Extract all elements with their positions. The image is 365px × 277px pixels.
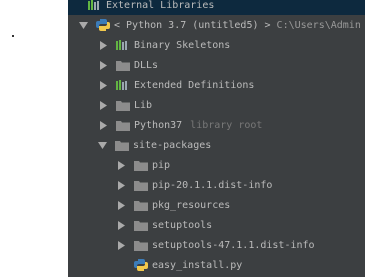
tree-node-python-sdk[interactable]: < Python 3.7 (untitled5) > C:\Users\Admi… [68, 15, 365, 35]
gutter-dot [12, 35, 14, 37]
tree-node-label: Extended Definitions [134, 79, 255, 91]
tree-node-label: pkg_resources [152, 199, 231, 211]
chevron-right-icon[interactable] [98, 80, 108, 90]
tree-node-extended-definitions[interactable]: Extended Definitions [68, 75, 365, 95]
tree-node-pip[interactable]: pip [68, 155, 365, 175]
library-root-hint: library root [190, 119, 263, 131]
tree-node-label: External Libraries [106, 0, 215, 11]
library-icon [116, 39, 130, 51]
tree-node-python37[interactable]: Python37 library root [68, 115, 365, 135]
tree-node-pkg-resources[interactable]: pkg_resources [68, 195, 365, 215]
tree-node-easy-install[interactable]: easy_install.py [68, 255, 365, 275]
folder-icon [116, 100, 130, 111]
library-icon [88, 0, 102, 11]
tree-node-label: easy_install.py [152, 259, 243, 271]
library-icon [116, 79, 130, 91]
sdk-label: < Python 3.7 (untitled5) > [114, 19, 271, 31]
folder-icon [116, 60, 130, 71]
tree-node-pip-dist-info[interactable]: pip-20.1.1.dist-info [68, 175, 365, 195]
chevron-right-icon[interactable] [116, 200, 126, 210]
chevron-right-icon[interactable] [98, 120, 108, 130]
folder-icon [134, 200, 148, 211]
tree-node-label: site-packages [133, 139, 212, 151]
chevron-right-icon[interactable] [116, 240, 126, 250]
tree-node-label: pip [152, 159, 171, 171]
tree-node-setuptools-dist-info[interactable]: setuptools-47.1.1.dist-info [68, 235, 365, 255]
tree-node-lib[interactable]: Lib [68, 95, 365, 115]
chevron-right-icon[interactable] [98, 100, 108, 110]
chevron-right-icon[interactable] [116, 160, 126, 170]
chevron-right-icon[interactable] [116, 180, 126, 190]
chevron-right-icon[interactable] [116, 220, 126, 230]
tree-node-label: Binary Skeletons [134, 39, 231, 51]
tree-node-label: Lib [134, 99, 153, 111]
tree-node-label: pip-20.1.1.dist-info [152, 179, 273, 191]
chevron-down-icon[interactable] [97, 140, 107, 150]
folder-icon [116, 120, 130, 131]
tree-node-label: setuptools [152, 219, 213, 231]
sdk-path: C:\Users\Admin [276, 19, 361, 31]
tree-node-binary-skeletons[interactable]: Binary Skeletons [68, 35, 365, 55]
chevron-down-icon[interactable] [78, 20, 88, 30]
python-icon [96, 18, 110, 32]
chevron-right-icon[interactable] [98, 60, 108, 70]
tree-node-external-libraries[interactable]: External Libraries [68, 0, 365, 15]
tree-node-label: setuptools-47.1.1.dist-info [152, 239, 315, 251]
editor-gutter [0, 0, 68, 277]
tree-node-label: Python37 [134, 119, 183, 131]
folder-icon [134, 160, 148, 171]
tree-node-site-packages[interactable]: site-packages [68, 135, 365, 155]
tree-node-dlls[interactable]: DLLs [68, 55, 365, 75]
python-file-icon [134, 258, 148, 272]
tree-node-setuptools[interactable]: setuptools [68, 215, 365, 235]
project-tree-panel[interactable]: External Libraries < Python 3.7 (untitle… [68, 0, 365, 277]
folder-icon [134, 220, 148, 231]
chevron-right-icon[interactable] [98, 40, 108, 50]
folder-icon [134, 180, 148, 191]
folder-icon [134, 240, 148, 251]
folder-icon [115, 140, 129, 151]
tree-node-label: DLLs [134, 59, 159, 71]
